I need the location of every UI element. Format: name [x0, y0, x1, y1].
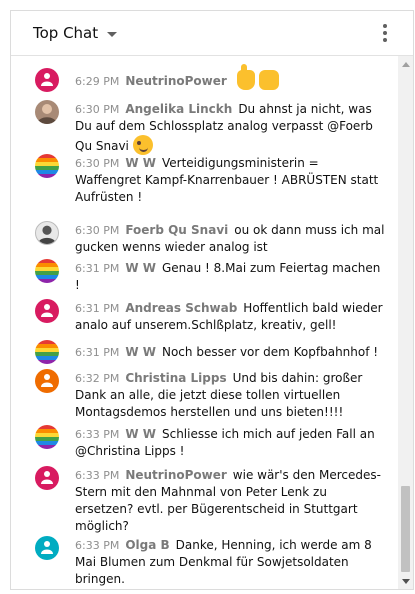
chat-message[interactable]: 6:29 PM NeutrinoPower — [11, 64, 399, 92]
message-author[interactable]: Foerb Qu Snavi — [125, 223, 228, 237]
message-author[interactable]: W W — [125, 156, 156, 170]
winking-face-emoji — [132, 135, 153, 155]
message-timestamp: 6:33 PM — [75, 428, 120, 441]
chat-header: Top Chat — [11, 11, 413, 56]
message-author[interactable]: Angelika Linckh — [125, 102, 232, 116]
message-author[interactable]: W W — [125, 427, 156, 441]
more-vert-icon[interactable] — [383, 24, 387, 42]
avatar[interactable] — [35, 369, 59, 393]
profile-photo-icon — [37, 225, 57, 244]
scroll-up-arrow-icon[interactable] — [402, 62, 410, 67]
raised-fist-emoji — [258, 70, 279, 90]
message-author[interactable]: Olga B — [125, 538, 169, 552]
caret-down-icon — [107, 31, 118, 37]
chat-message[interactable]: 6:31 PM Andreas Schwab Hoffentlich bald wi… — [11, 299, 399, 335]
message-author[interactable]: W W — [125, 345, 156, 359]
avatar[interactable] — [35, 154, 59, 178]
scroll-down-arrow-icon[interactable] — [402, 579, 410, 584]
avatar[interactable] — [35, 340, 59, 364]
chat-message[interactable]: 6:33 PM NeutrinoPower wie wär's den Merced… — [11, 466, 399, 536]
avatar[interactable] — [35, 299, 59, 323]
profile-photo-icon — [37, 104, 57, 124]
message-text: ou ok dann muss ich mal gucken wenns wie… — [75, 223, 385, 254]
person-icon — [41, 374, 53, 387]
message-timestamp: 6:31 PM — [75, 262, 120, 275]
chat-message[interactable]: 6:32 PM Christina Lipps Und bis dahin: gro… — [11, 369, 399, 421]
avatar[interactable] — [35, 68, 59, 92]
chat-message[interactable]: 6:31 PM W W Genau ! 8.Mai zum Feiertag mac… — [11, 259, 399, 295]
avatar[interactable] — [35, 425, 59, 449]
live-chat-panel: Top Chat 6:29 PM NeutrinoPower 6:30 PM Ang… — [10, 10, 414, 590]
chat-message[interactable]: 6:30 PM W W Verteidigungsministerin = Waff… — [11, 154, 399, 206]
chat-scrollbar[interactable] — [398, 56, 413, 589]
message-author[interactable]: W W — [125, 261, 156, 275]
message-text: Schliesse ich mich auf jeden Fall an @Ch… — [75, 427, 375, 458]
message-author[interactable]: Christina Lipps — [125, 371, 226, 385]
person-icon — [41, 471, 53, 484]
person-icon — [41, 541, 53, 554]
chat-mode-label: Top Chat — [33, 24, 99, 42]
message-text: Genau ! 8.Mai zum Feiertag machen ! — [75, 261, 381, 292]
person-icon — [41, 304, 53, 317]
avatar[interactable] — [35, 259, 59, 283]
message-text: wie wär's den Mercedes-Stern mit den Mah… — [75, 468, 381, 533]
message-timestamp: 6:33 PM — [75, 469, 120, 482]
message-timestamp: 6:30 PM — [75, 224, 120, 237]
message-timestamp: 6:33 PM — [75, 539, 120, 552]
chat-message[interactable]: 6:31 PM W W Noch besser vor dem Kopfbahnho… — [11, 340, 399, 364]
message-author[interactable]: NeutrinoPower — [125, 468, 226, 482]
chat-message[interactable]: 6:33 PM W W Schliesse ich mich auf jeden F… — [11, 425, 399, 461]
chat-message[interactable]: 6:33 PM Olga B Danke, Henning, ich werde a… — [11, 536, 399, 588]
message-timestamp: 6:31 PM — [75, 346, 120, 359]
message-timestamp: 6:29 PM — [75, 75, 120, 88]
message-text: Verteidigungsministerin = Waffengret Kam… — [75, 156, 379, 204]
person-icon — [41, 73, 53, 86]
thumbs-up-emoji — [236, 64, 255, 90]
message-text: Danke, Henning, ich werde am 8 Mai Blume… — [75, 538, 372, 586]
avatar[interactable] — [35, 221, 59, 245]
avatar[interactable] — [35, 466, 59, 490]
top-chat-dropdown[interactable]: Top Chat — [33, 24, 118, 42]
message-timestamp: 6:31 PM — [75, 302, 120, 315]
message-text: Noch besser vor dem Kopfbahnhof ! — [161, 345, 379, 359]
message-timestamp: 6:32 PM — [75, 372, 120, 385]
scrollbar-thumb[interactable] — [401, 486, 410, 572]
avatar[interactable] — [35, 536, 59, 560]
message-author[interactable]: NeutrinoPower — [125, 74, 226, 88]
avatar[interactable] — [35, 100, 59, 124]
chat-message[interactable]: 6:30 PM Angelika Linckh Du ahnst ja nicht,… — [11, 100, 399, 155]
chat-message-list: 6:29 PM NeutrinoPower 6:30 PM Angelika Lin… — [11, 56, 399, 589]
message-timestamp: 6:30 PM — [75, 157, 120, 170]
chat-message[interactable]: 6:30 PM Foerb Qu Snavi ou ok dann muss ich… — [11, 221, 399, 257]
message-author[interactable]: Andreas Schwab — [125, 301, 237, 315]
message-timestamp: 6:30 PM — [75, 103, 120, 116]
